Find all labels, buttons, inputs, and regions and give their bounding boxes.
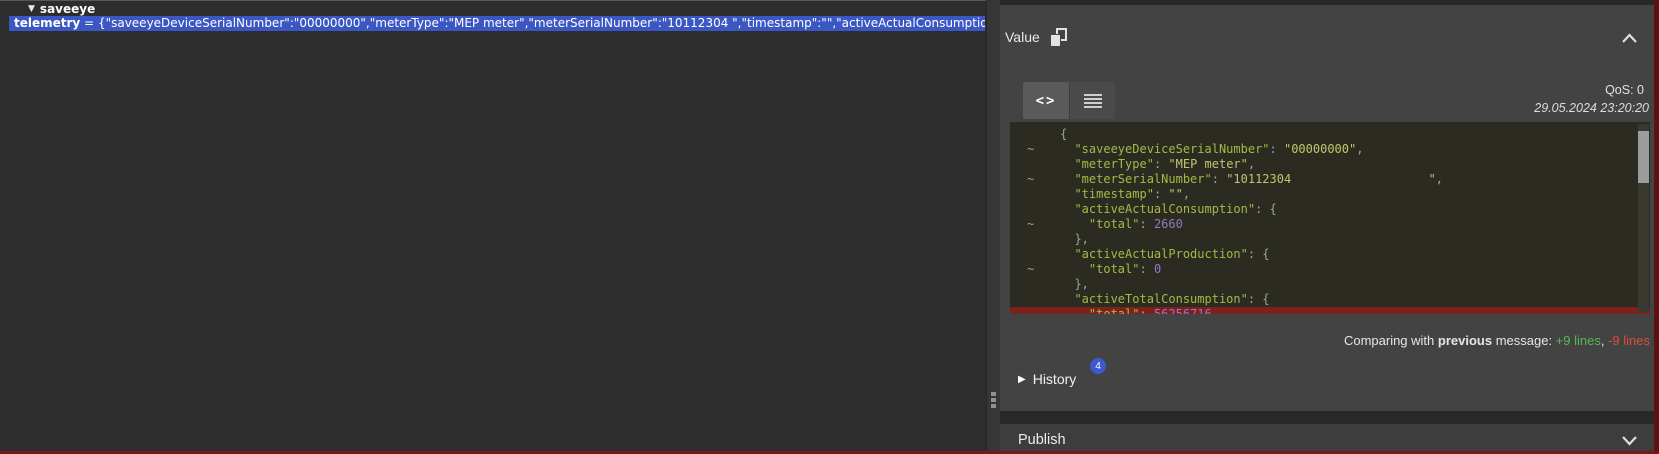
code-line: }, [1010,232,1650,247]
json-diff-viewer: {~ "saveeyeDeviceSerialNumber": "0000000… [1010,122,1650,314]
history-toggle[interactable]: ▶ History [1018,371,1076,387]
topic-tree-panel: ▼ saveeye telemetry = {"saveeyeDeviceSer… [0,0,986,451]
code-line: }, [1010,277,1650,292]
diff-summary-previous: previous [1438,333,1492,348]
code-line: ~ "saveeyeDeviceSerialNumber": "00000000… [1010,142,1650,157]
history-expand-icon[interactable]: ▶ [1018,374,1026,385]
code-line: ~ "total": 0 [1010,262,1650,277]
tree-node-saveeye[interactable]: ▼ saveeye [28,2,95,16]
diff-summary-prefix: Comparing with [1344,333,1438,348]
publish-card: Publish [1000,424,1655,451]
code-line: ~ "total": 2660 [1010,217,1650,232]
splitter-grip-icon[interactable] [991,392,996,410]
history-count-badge: 4 [1090,358,1106,374]
code-line-removed: "total": 56256716 [1010,307,1650,314]
window-border-right [1654,0,1659,454]
code-lines: {~ "saveeyeDeviceSerialNumber": "0000000… [1010,127,1650,314]
code-line: "activeActualProduction": { [1010,247,1650,262]
code-scrollbar-thumb[interactable] [1638,131,1649,183]
code-brackets-icon: <> [1036,93,1057,109]
copy-value-icon[interactable] [1050,28,1067,47]
code-line: ~ "meterSerialNumber": "10112304 ", [1010,172,1650,187]
code-line: "activeActualConsumption": { [1010,202,1650,217]
diff-summary: Comparing with previous message: +9 line… [1344,333,1650,348]
message-timestamp: 29.05.2024 23:20:20 [1534,101,1649,115]
diff-summary-suffix: message: [1492,333,1556,348]
diff-added-count: +9 lines [1556,333,1601,348]
value-view-toggle: <> [1023,82,1115,119]
list-view-icon [1084,92,1102,110]
qos-label: QoS: 0 [1605,83,1644,97]
diff-changed-icon: ~ [1010,172,1060,187]
code-scrollbar[interactable] [1638,124,1649,312]
value-card: Value QoS: 0 29.05.2024 23:20:20 <> [1000,5,1655,411]
diff-changed-icon: ~ [1010,217,1060,232]
message-panel: Value QoS: 0 29.05.2024 23:20:20 <> [1000,0,1655,451]
value-section-title: Value [1005,29,1040,45]
topic-payload-preview: {"saveeyeDeviceSerialNumber":"00000000",… [98,16,985,30]
collapse-value-button[interactable] [1621,33,1638,44]
panel-splitter[interactable] [986,0,1000,451]
expand-publish-button[interactable] [1621,435,1638,446]
chevron-down-icon [1621,435,1638,446]
code-line: "activeTotalConsumption": { [1010,292,1650,307]
diff-summary-comma: , [1601,333,1608,348]
structured-view-button[interactable] [1069,82,1115,119]
diff-removed-count: -9 lines [1608,333,1650,348]
chevron-up-icon [1621,33,1638,44]
code-line: "timestamp": "", [1010,187,1650,202]
mqtt-explorer-window: ▼ saveeye telemetry = {"saveeyeDeviceSer… [0,0,1659,454]
topic-equals: = [80,16,98,30]
tree-node-telemetry-selected[interactable]: telemetry = {"saveeyeDeviceSerialNumber"… [9,16,985,31]
raw-view-button[interactable]: <> [1023,82,1069,119]
diff-changed-icon: ~ [1010,142,1060,157]
code-line: "meterType": "MEP meter", [1010,157,1650,172]
topic-name: telemetry [14,16,80,30]
code-line: { [1010,127,1650,142]
publish-section-title: Publish [1018,432,1066,448]
history-label: History [1033,371,1077,387]
tree-node-label: saveeye [40,2,95,16]
diff-changed-icon: ~ [1010,262,1060,277]
collapse-arrow-icon[interactable]: ▼ [28,4,35,14]
